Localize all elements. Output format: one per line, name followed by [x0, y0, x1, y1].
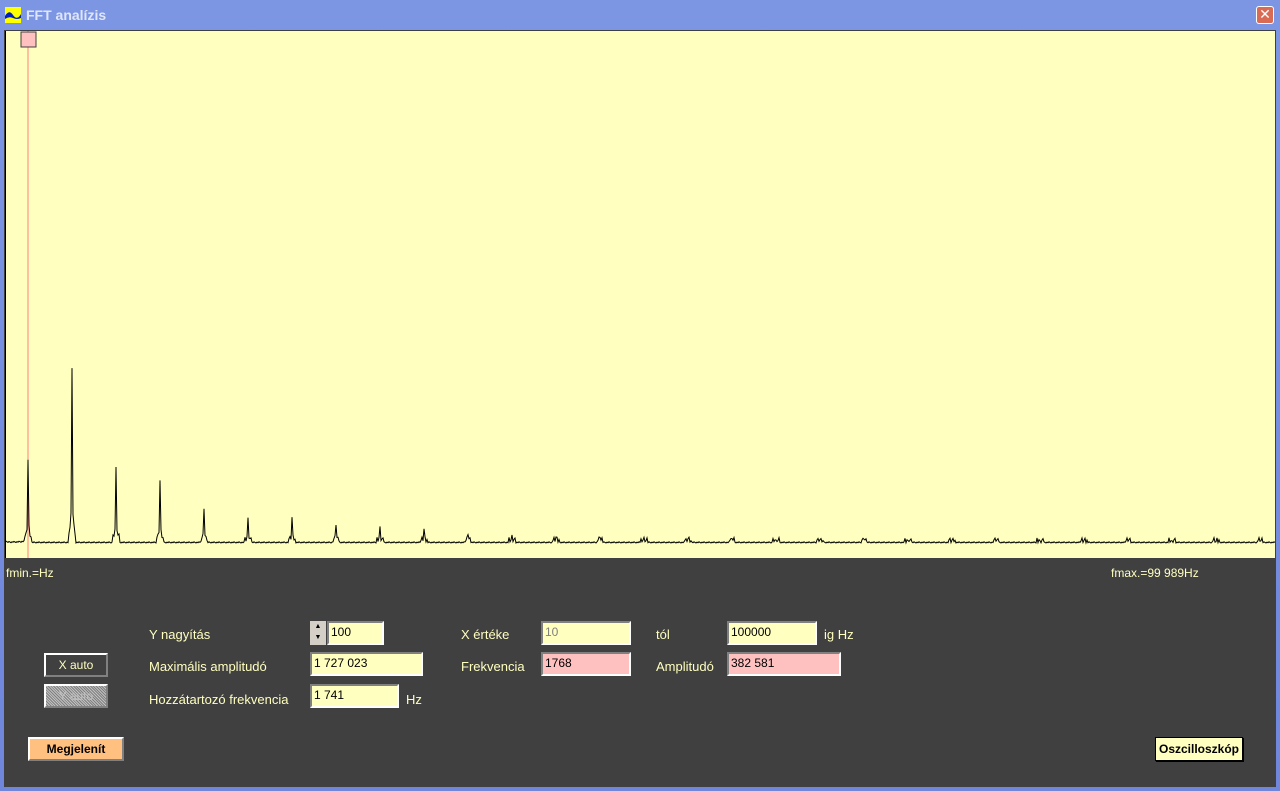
freq-field[interactable]: 1 741 [310, 684, 399, 708]
fft-window: FFT analízis ✕ fmin.=Hz fmax.=99 989Hz X… [0, 0, 1280, 791]
x-from-input[interactable]: 10 [541, 621, 631, 645]
max-amp-field[interactable]: 1 727 023 [310, 652, 423, 676]
cursor-amp-label: Amplitudó [656, 659, 714, 674]
spin-up-icon[interactable]: ▲ [310, 621, 326, 632]
spin-down-icon[interactable]: ▼ [310, 632, 326, 643]
cursor-amp-field[interactable]: 382 581 [727, 652, 841, 676]
fmax-label: fmax.=99 989Hz [1111, 566, 1199, 580]
cursor-freq-field[interactable]: 1768 [541, 652, 631, 676]
y-zoom-input[interactable]: 100 [327, 621, 384, 645]
to-label: ig Hz [824, 627, 854, 642]
title-bar[interactable]: FFT analízis ✕ [0, 0, 1280, 30]
max-amp-label: Maximális amplitudó [149, 659, 267, 674]
show-button[interactable]: Megjelenít [28, 737, 124, 761]
window-title: FFT analízis [26, 7, 107, 23]
x-auto-button[interactable]: X auto [44, 653, 108, 677]
spectrum-plot[interactable] [5, 31, 1276, 558]
freq-unit: Hz [406, 692, 422, 707]
spectrum-svg [5, 31, 1276, 558]
app-icon [5, 7, 21, 23]
from-label: tól [656, 627, 670, 642]
close-icon[interactable]: ✕ [1256, 6, 1274, 24]
cursor-freq-label: Frekvencia [461, 659, 525, 674]
client-area: fmin.=Hz fmax.=99 989Hz X auto Y auto Me… [4, 30, 1276, 787]
y-auto-button[interactable]: Y auto [44, 684, 108, 708]
oscilloscope-button[interactable]: Oszcilloszkóp [1155, 737, 1243, 761]
cursor-handle[interactable] [20, 31, 37, 48]
y-zoom-spinner[interactable]: ▲ ▼ [310, 621, 326, 645]
freq-label: Hozzátartozó frekvencia [149, 692, 289, 707]
y-zoom-label: Y nagyítás [149, 627, 211, 642]
x-value-label: X értéke [461, 627, 510, 642]
spectrum-trace [5, 368, 1276, 545]
x-to-input[interactable]: 100000 [727, 621, 817, 645]
fmin-label: fmin.=Hz [6, 566, 54, 580]
